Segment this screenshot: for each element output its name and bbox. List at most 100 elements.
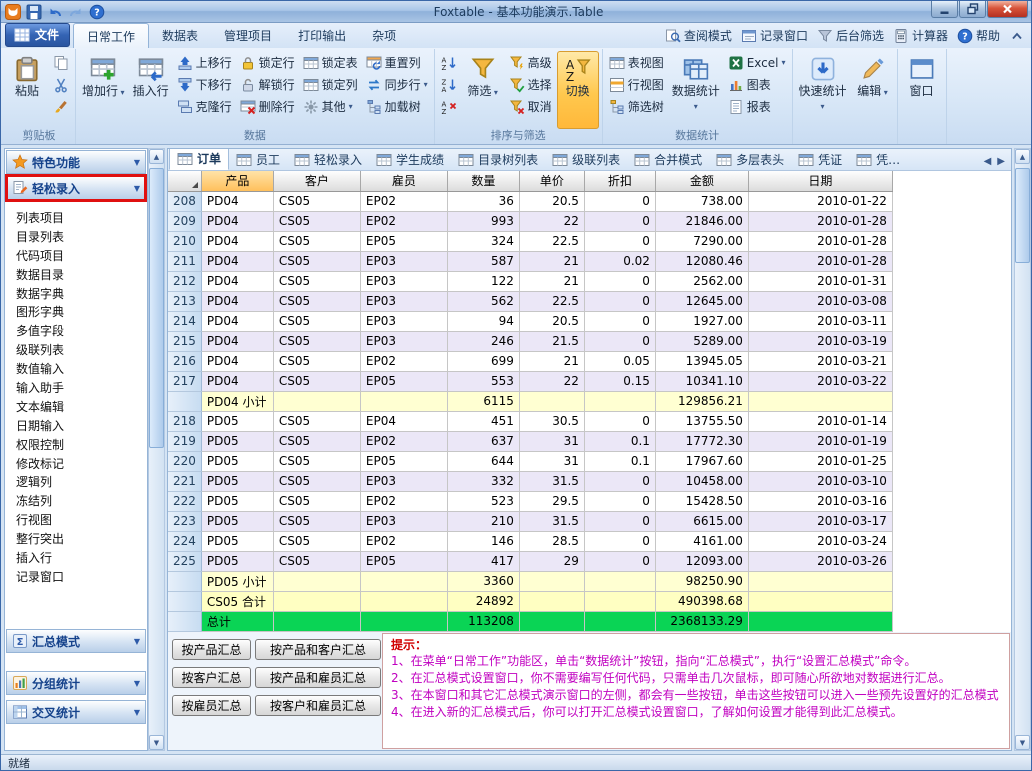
- table-cell[interactable]: 0.02: [584, 251, 655, 271]
- table-cell[interactable]: 2010-03-21: [748, 351, 892, 371]
- table-cell[interactable]: PD05: [201, 551, 273, 571]
- table-cell[interactable]: 2010-01-25: [748, 451, 892, 471]
- table-cell[interactable]: 0.15: [584, 371, 655, 391]
- table-cell[interactable]: CS05: [273, 431, 360, 451]
- table-cell[interactable]: 29: [519, 551, 584, 571]
- row-header[interactable]: 214: [168, 311, 201, 331]
- sidebar-item-6[interactable]: 多值字段: [16, 321, 147, 340]
- table-cell[interactable]: 2010-03-08: [748, 291, 892, 311]
- table-cell[interactable]: 13755.50: [655, 411, 748, 431]
- redo-button[interactable]: [67, 3, 85, 21]
- column-header[interactable]: 雇员: [360, 171, 447, 191]
- table-cell[interactable]: 2010-03-11: [748, 311, 892, 331]
- sidebar-item-13[interactable]: 修改标记: [16, 454, 147, 473]
- row-header[interactable]: 225: [168, 551, 201, 571]
- maximize-button[interactable]: [959, 1, 986, 18]
- table-cell[interactable]: 122: [447, 271, 519, 291]
- table-cell[interactable]: 0: [584, 271, 655, 291]
- sidebar-item-1[interactable]: 目录列表: [16, 227, 147, 246]
- table-cell[interactable]: 0: [584, 211, 655, 231]
- sidebar-item-9[interactable]: 输入助手: [16, 378, 147, 397]
- table-cell[interactable]: 2010-03-10: [748, 471, 892, 491]
- table-cell[interactable]: 246: [447, 331, 519, 351]
- row-header[interactable]: 211: [168, 251, 201, 271]
- ribbon-cancel-filter-button[interactable]: 取消: [506, 96, 555, 117]
- table-cell[interactable]: CS05 合计: [201, 591, 273, 611]
- quick-tool-view-mode[interactable]: 查阅模式: [665, 27, 732, 44]
- scroll-up-icon[interactable]: ▲: [149, 149, 164, 164]
- sidebar-item-11[interactable]: 日期输入: [16, 416, 147, 435]
- row-header[interactable]: 217: [168, 371, 201, 391]
- row-header[interactable]: 209: [168, 211, 201, 231]
- column-header[interactable]: 日期: [748, 171, 892, 191]
- row-header[interactable]: 213: [168, 291, 201, 311]
- ribbon-tab-0[interactable]: 日常工作: [73, 23, 149, 48]
- sidebar-item-14[interactable]: 逻辑列: [16, 472, 147, 491]
- table-cell[interactable]: 31.5: [519, 471, 584, 491]
- ribbon-load-tree-button[interactable]: 加载树: [363, 96, 431, 117]
- table-cell[interactable]: [748, 591, 892, 611]
- ribbon-lock-column-button[interactable]: 锁定列: [300, 74, 361, 95]
- select-all-corner[interactable]: [168, 171, 201, 191]
- ribbon-paste-button[interactable]: 粘贴: [6, 51, 48, 129]
- row-header[interactable]: [168, 571, 201, 591]
- table-cell[interactable]: 22.5: [519, 231, 584, 251]
- table-cell[interactable]: 129856.21: [655, 391, 748, 411]
- table-cell[interactable]: CS05: [273, 371, 360, 391]
- table-cell[interactable]: 22.5: [519, 291, 584, 311]
- doc-tab-6[interactable]: 合并模式: [627, 148, 709, 170]
- table-cell[interactable]: 637: [447, 431, 519, 451]
- table-cell[interactable]: PD05: [201, 491, 273, 511]
- ribbon-sync-row-button[interactable]: 同步行▾: [363, 74, 431, 95]
- table-cell[interactable]: [584, 391, 655, 411]
- undo-button[interactable]: [46, 3, 64, 21]
- row-header[interactable]: 219: [168, 431, 201, 451]
- table-cell[interactable]: PD05: [201, 411, 273, 431]
- ribbon-cut-button[interactable]: [50, 74, 72, 95]
- row-header[interactable]: [168, 611, 201, 631]
- doc-tab-0[interactable]: 订单: [169, 148, 229, 170]
- summary-button-1[interactable]: 按产品和客户汇总: [255, 639, 381, 660]
- summary-button-3[interactable]: 按产品和雇员汇总: [255, 667, 381, 688]
- table-cell[interactable]: [519, 391, 584, 411]
- table-cell[interactable]: 0.1: [584, 451, 655, 471]
- table-cell[interactable]: 0: [584, 531, 655, 551]
- table-cell[interactable]: EP02: [360, 531, 447, 551]
- table-cell[interactable]: 417: [447, 551, 519, 571]
- table-cell[interactable]: CS05: [273, 451, 360, 471]
- row-header[interactable]: 220: [168, 451, 201, 471]
- table-cell[interactable]: PD04: [201, 191, 273, 211]
- table-cell[interactable]: PD04: [201, 231, 273, 251]
- column-header[interactable]: 产品: [201, 171, 273, 191]
- table-cell[interactable]: 29.5: [519, 491, 584, 511]
- ribbon-unlock-row-button[interactable]: 解锁行: [237, 74, 298, 95]
- ribbon-insert-row-button[interactable]: 插入行: [130, 51, 172, 129]
- ribbon-tab-2[interactable]: 管理项目: [211, 23, 285, 48]
- ribbon-tab-3[interactable]: 打印输出: [285, 23, 359, 48]
- table-cell[interactable]: CS05: [273, 531, 360, 551]
- row-header[interactable]: [168, 391, 201, 411]
- table-cell[interactable]: 总计: [201, 611, 273, 631]
- table-cell[interactable]: 12093.00: [655, 551, 748, 571]
- sidebar-item-18[interactable]: 插入行: [16, 548, 147, 567]
- row-header[interactable]: 208: [168, 191, 201, 211]
- table-cell[interactable]: 31.5: [519, 511, 584, 531]
- table-cell[interactable]: [273, 571, 360, 591]
- row-header[interactable]: 223: [168, 511, 201, 531]
- sidebar-item-17[interactable]: 整行突出: [16, 529, 147, 548]
- table-cell[interactable]: 451: [447, 411, 519, 431]
- table-cell[interactable]: 6115: [447, 391, 519, 411]
- ribbon-sort-desc-button[interactable]: ZA: [438, 74, 460, 95]
- table-cell[interactable]: 22: [519, 211, 584, 231]
- table-cell[interactable]: 28.5: [519, 531, 584, 551]
- table-cell[interactable]: 0: [584, 331, 655, 351]
- table-cell[interactable]: 0: [584, 231, 655, 251]
- table-cell[interactable]: 21: [519, 271, 584, 291]
- table-cell[interactable]: EP05: [360, 451, 447, 471]
- table-cell[interactable]: 324: [447, 231, 519, 251]
- table-cell[interactable]: [584, 611, 655, 631]
- quick-tool-background-filter[interactable]: 后台筛选: [817, 27, 884, 44]
- sidebar-item-8[interactable]: 数值输入: [16, 359, 147, 378]
- summary-button-5[interactable]: 按客户和雇员汇总: [255, 695, 381, 716]
- table-cell[interactable]: EP03: [360, 251, 447, 271]
